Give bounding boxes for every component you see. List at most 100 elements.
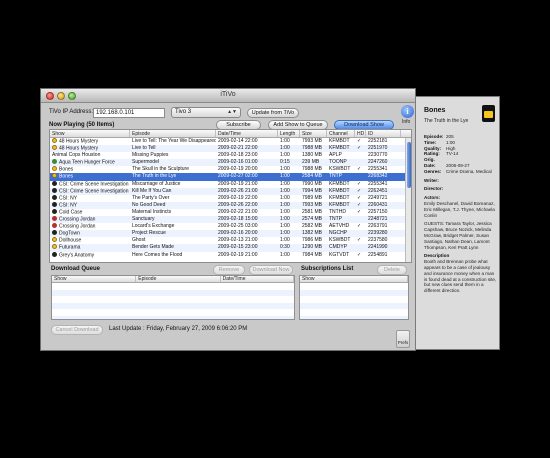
tivo-select[interactable]: Tivo 3 ▲▼ [171, 107, 241, 118]
cell-length: 1:00 [278, 216, 300, 223]
cell-date: 2009-02-26 22:00 [216, 202, 278, 209]
cell-text: 48 Hours Mystery [59, 138, 99, 145]
column-header-size[interactable]: Size [300, 130, 327, 137]
table-scrollbar[interactable] [405, 138, 411, 262]
download-queue-label: Download Queue [51, 266, 101, 272]
table-row[interactable]: CSI: Crime Scene Investigation Miscarriag… [50, 180, 411, 188]
subscriptions-column-show[interactable]: Show [300, 276, 408, 282]
show-icon [52, 216, 57, 222]
table-row[interactable]: Aqua Teen Hunger Force Supermodel 2009-02-… [50, 159, 411, 167]
cell-text: Bones [59, 173, 74, 180]
table-row[interactable]: CSI: NY The Party's Over 2009-02-19 22:00 1… [50, 194, 411, 202]
cell-text: 2009-02-26 21:00 [218, 187, 258, 194]
cell-text: 2009-02-25 03:00 [218, 223, 258, 230]
cell-channel: KFMBDT [327, 202, 355, 209]
column-header-length[interactable]: Length [278, 130, 300, 137]
column-header-id[interactable]: ID [366, 130, 401, 137]
cell-length: 1:00 [278, 152, 300, 159]
cell-channel: TNTP [327, 173, 355, 180]
column-header-episode[interactable]: Episode [130, 130, 216, 137]
table-row[interactable]: CSI: Crime Scene Investigation Kill Me If… [50, 187, 411, 195]
show-icon [52, 208, 57, 214]
download-now-button[interactable]: Download Now [249, 265, 293, 275]
cell-text: KFMBDT [329, 187, 350, 194]
cell-size: 7990 MB [300, 181, 327, 188]
show-icon [52, 244, 57, 250]
cell-text: Miscarriage of Justice [132, 180, 181, 187]
show-icon [52, 145, 57, 151]
cell-date: 2009-02-22 21:00 [216, 209, 278, 216]
table-row[interactable]: Cold Case Maternal Instincts 2009-02-22 21… [50, 208, 411, 216]
field-label: Genres: [424, 168, 442, 174]
table-row[interactable]: 48 Hours Mystery Live to Tell: The Year W… [50, 138, 411, 145]
ip-address-field[interactable]: 192.168.0.101 [93, 108, 165, 118]
table-row[interactable]: Futurama Bender Gets Made 2009-02-15 23:00… [50, 244, 411, 252]
table-row[interactable]: Animal Cops Houston Missing Puppies 2009-0… [50, 152, 411, 159]
cell-text: TNTP [329, 216, 343, 223]
cell-text: 1:00 [280, 138, 290, 144]
show-icon [52, 201, 57, 207]
cell-size: 1380 MB [300, 152, 327, 159]
queue-column-date[interactable]: Date/Time [221, 276, 294, 282]
show-icon [52, 159, 57, 165]
scrollbar-thumb[interactable] [407, 142, 411, 188]
cell-text: Aqua Teen Hunger Force [59, 159, 115, 166]
table-row[interactable]: Dollhouse Ghost 2009-02-13 21:00 1:00 7986 M… [50, 237, 411, 244]
cell-text: CSI: NY [59, 202, 78, 209]
cell-text: 2260431 [368, 201, 388, 208]
cell-size: 1290 MB [300, 244, 327, 251]
cell-text: TOONP [329, 159, 347, 166]
table-row[interactable]: Bones The Truth in the Lye 2009-02-27 02:0… [50, 173, 411, 181]
cell-text: 2009-02-19 21:00 [218, 180, 258, 187]
table-row[interactable]: Crossing Jordan Locard's Exchange 2009-02-… [50, 223, 411, 230]
show-icon [52, 194, 57, 200]
cell-channel: KFMBDT [327, 181, 355, 188]
column-header-hd[interactable]: HD [355, 130, 366, 137]
cell-length: 1:00 [278, 223, 300, 230]
cell-channel: KGTVDT [327, 252, 355, 259]
delete-button[interactable]: Delete [377, 265, 407, 275]
cancel-download-button[interactable]: Cancel Download [51, 325, 103, 335]
cell-channel: KFMBDT [327, 188, 355, 195]
cell-episode: Kill Me If You Can [130, 188, 216, 195]
cell-length: 1:00 [278, 252, 300, 259]
info-icon[interactable]: i [401, 105, 414, 118]
cell-text: 7989 MB [302, 194, 323, 201]
column-header-channel[interactable]: Channel [327, 130, 355, 137]
cell-text: ✓ [357, 138, 362, 144]
column-header-date[interactable]: Date/Time [216, 130, 278, 137]
column-header-show[interactable]: Show [50, 130, 130, 137]
cell-text: 2582 MB [302, 223, 323, 230]
actors-text: Emily Deschanel, David Boreanaz, Eric Mi… [424, 200, 495, 218]
cell-text: ✓ [357, 237, 362, 244]
table-row[interactable]: Bones The Skull in the Sculpture 2009-02-1… [50, 166, 411, 173]
cell-text: ✓ [357, 208, 362, 215]
prefs-button[interactable]: Prefs [396, 330, 410, 348]
queue-column-episode[interactable]: Episode [136, 276, 221, 282]
cell-text: 2239280 [368, 230, 388, 237]
cell-text: 1:00 [280, 187, 290, 194]
cell-text: 0:30 [280, 244, 290, 251]
cell-text: Project Rescue [132, 230, 166, 237]
remove-button[interactable]: Remove [213, 265, 245, 275]
cell-show: Animal Cops Houston [50, 152, 130, 159]
cell-text: TNTP [329, 173, 343, 180]
cell-text: Locard's Exchange [132, 223, 175, 230]
table-row[interactable]: Crossing Jordan Sanctuary 2009-02-18 15:00… [50, 216, 411, 224]
empty-row [300, 315, 408, 319]
cell-id: 2257150 [366, 209, 401, 216]
table-row[interactable]: DogTown Project Rescue 2009-02-16 20:00 1:0… [50, 230, 411, 238]
cell-size: 2574 MB [300, 216, 327, 223]
cell-channel: KSWBDT [327, 166, 355, 173]
queue-column-show[interactable]: Show [52, 276, 137, 282]
cell-date: 2009-02-19 21:00 [216, 252, 278, 259]
update-from-tivo-button[interactable]: Update from TiVo [247, 108, 299, 118]
table-row[interactable]: CSI: NY No Good Deed 2009-02-26 22:00 1:00 7… [50, 201, 411, 209]
cell-text: Live to Tell: The Year We Disappeared [132, 138, 216, 144]
title-bar[interactable]: iTiVo [41, 89, 415, 103]
cell-episode: Project Rescue [130, 230, 216, 237]
table-row[interactable]: 48 Hours Mystery Live to Tell 2009-02-21 2… [50, 145, 411, 153]
table-row[interactable]: Grey's Anatomy Here Comes the Flood 2009-0… [50, 251, 411, 259]
cell-size: 7988 MB [300, 145, 327, 152]
cell-id: 2237580 [366, 237, 401, 244]
